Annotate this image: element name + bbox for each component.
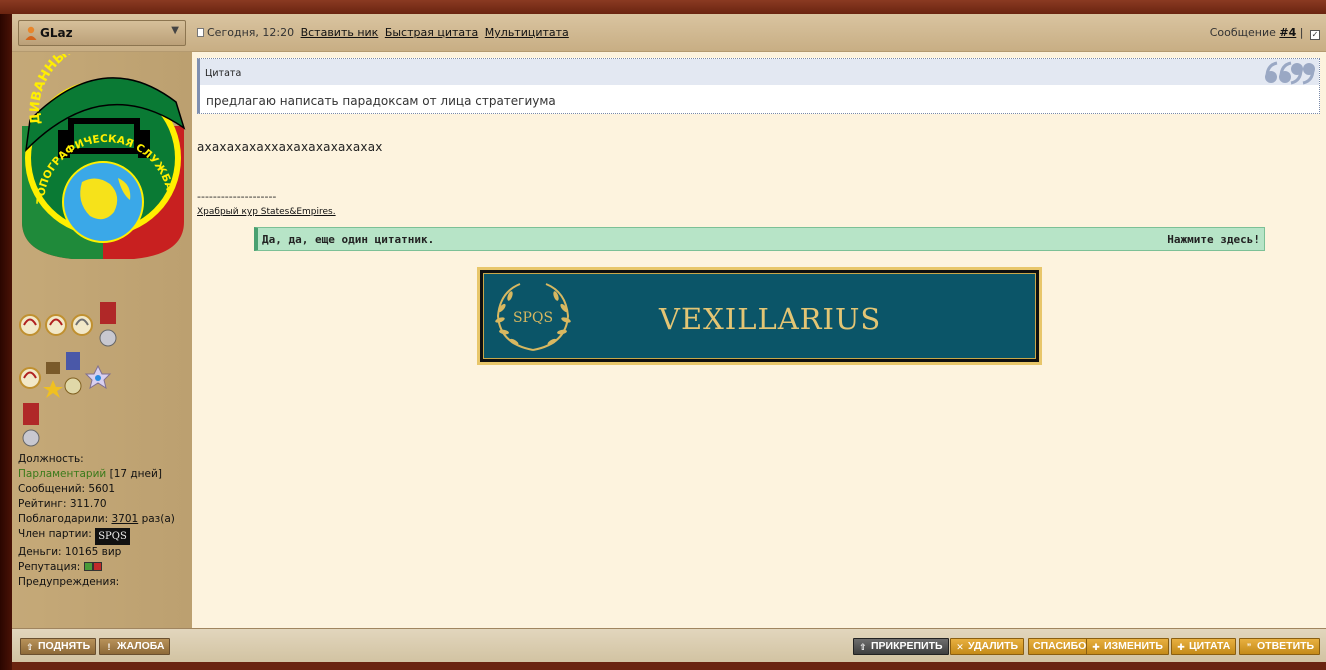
banner-panel: SPQS VEXILLARIUS xyxy=(483,273,1036,359)
star-order-icon[interactable] xyxy=(84,364,112,390)
warnings-label: Предупреждения: xyxy=(18,576,120,588)
complain-button[interactable]: ! ЖАЛОБА xyxy=(99,638,171,655)
wreath-text: SPQS xyxy=(513,310,553,326)
message-count: Сообщений: 5601 xyxy=(18,483,116,495)
signature-banner: SPQS VEXILLARIUS xyxy=(477,267,1042,365)
post-body-text: ахахахахаххахахахахахахах xyxy=(197,140,383,154)
spoiler-label: Да, да, еще один цитатник. xyxy=(262,233,435,246)
close-icon: ✕ xyxy=(956,642,964,652)
window-left-edge xyxy=(0,14,12,670)
laurel-wreath-icon: SPQS xyxy=(495,283,571,351)
edit-button[interactable]: ✚ ИЗМЕНИТЬ xyxy=(1086,638,1169,655)
signature-separator: -------------------- xyxy=(197,190,277,203)
message-label: Сообщение xyxy=(1209,26,1276,39)
rating: Рейтинг: 311.70 xyxy=(18,498,107,510)
banner-frame: SPQS VEXILLARIUS xyxy=(480,270,1039,362)
edit-label: ИЗМЕНИТЬ xyxy=(1104,640,1163,652)
laurel-award-icon[interactable] xyxy=(45,314,67,336)
thanked-count-link[interactable]: 3701 xyxy=(111,513,138,525)
quote-icon: ” xyxy=(1246,642,1252,652)
order-medal-icon[interactable] xyxy=(64,352,82,395)
reputation-minus-icon[interactable] xyxy=(83,562,93,571)
thanks-button[interactable]: СПАСИБО xyxy=(1028,638,1093,655)
complain-label: ЖАЛОБА xyxy=(117,640,165,652)
position-value: Парламентарий xyxy=(18,468,107,480)
multiquote-link[interactable]: Мультицитата xyxy=(485,26,569,39)
post-header: GLaz ▼ Сегодня, 12:20 Вставить ник Быстр… xyxy=(12,14,1326,52)
arrow-up-icon: ⇧ xyxy=(26,642,34,652)
user-stats: Должность: Парламентарий [17 дней] Сообщ… xyxy=(18,452,175,590)
user-icon xyxy=(25,26,37,40)
exclamation-icon: ! xyxy=(107,642,111,652)
thanked-label: Поблагодарили: xyxy=(18,513,109,525)
reply-label: ОТВЕТИТЬ xyxy=(1257,640,1315,652)
star-medal-icon[interactable] xyxy=(43,362,63,398)
separator: | xyxy=(1299,26,1304,39)
user-sidebar: ДИВАННЫЕ ВОЙСКА ТОПОГРАФИЧЕСКАЯ СЛУЖБА xyxy=(12,52,192,628)
message-permalink[interactable]: #4 xyxy=(1279,26,1296,39)
spoiler-action[interactable]: Нажмите здесь! xyxy=(1167,233,1260,246)
quote-text: предлагаю написать парадоксам от лица ст… xyxy=(206,94,556,108)
quote-label: ЦИТАТА xyxy=(1189,640,1231,652)
window-bottom-strip xyxy=(12,662,1326,670)
quote-header: Цитата xyxy=(200,59,1319,85)
order-medal-icon[interactable] xyxy=(99,302,117,347)
banner-title: VEXILLARIUS xyxy=(659,302,882,336)
message-number: Сообщение #4 | ✓ xyxy=(1210,26,1320,40)
thanks-label: СПАСИБО xyxy=(1033,640,1087,652)
awards-panel xyxy=(19,302,117,447)
post-date: Сегодня, 12:20 xyxy=(207,26,295,39)
forum-post: GLaz ▼ Сегодня, 12:20 Вставить ник Быстр… xyxy=(12,14,1326,662)
chevron-down-icon: ▼ xyxy=(171,25,179,36)
position-days: [17 дней] xyxy=(109,468,162,480)
delete-label: УДАЛИТЬ xyxy=(968,640,1019,652)
insert-nick-link[interactable]: Вставить ник xyxy=(301,26,379,39)
select-post-checkbox[interactable]: ✓ xyxy=(1310,30,1320,40)
delete-button[interactable]: ✕ УДАЛИТЬ xyxy=(950,638,1025,655)
quote-block: Цитата предлагаю написать парадоксам от … xyxy=(197,58,1320,114)
plus-icon: ✚ xyxy=(1177,642,1185,652)
money: Деньги: 10165 вир xyxy=(18,546,122,558)
thanked-suffix: раз(а) xyxy=(141,513,175,525)
username: GLaz xyxy=(40,26,73,40)
signature-link[interactable]: Храбрый кур States&Empires. xyxy=(197,207,336,217)
user-dropdown[interactable]: GLaz ▼ xyxy=(18,20,186,46)
arrow-up-icon: ⇧ xyxy=(859,642,867,652)
post-meta: Сегодня, 12:20 Вставить ник Быстрая цита… xyxy=(197,26,569,39)
document-icon xyxy=(197,28,204,37)
party-label: Член партии: xyxy=(18,528,92,540)
raise-label: ПОДНЯТЬ xyxy=(38,640,91,652)
raise-button[interactable]: ⇧ ПОДНЯТЬ xyxy=(20,638,97,655)
spoiler-toggle[interactable]: Да, да, еще один цитатник. Нажмите здесь… xyxy=(254,227,1265,251)
reply-button[interactable]: ” ОТВЕТИТЬ xyxy=(1239,638,1321,655)
quote-button[interactable]: ✚ ЦИТАТА xyxy=(1171,638,1237,655)
position-label: Должность: xyxy=(18,453,84,465)
pin-label: ПРИКРЕПИТЬ xyxy=(871,640,943,652)
laurel-award-icon[interactable] xyxy=(19,367,41,389)
reputation-plus-icon[interactable] xyxy=(92,562,102,571)
plus-icon: ✚ xyxy=(1092,642,1100,652)
order-medal-icon[interactable] xyxy=(22,403,40,447)
pin-button[interactable]: ⇧ ПРИКРЕПИТЬ xyxy=(853,638,949,655)
avatar: ДИВАННЫЕ ВОЙСКА ТОПОГРАФИЧЕСКАЯ СЛУЖБА xyxy=(22,54,186,259)
laurel-award-icon[interactable] xyxy=(19,314,41,336)
quote-title: Цитата xyxy=(205,68,242,79)
party-badge[interactable]: SPQS xyxy=(95,528,130,545)
quick-quote-link[interactable]: Быстрая цитата xyxy=(385,26,478,39)
reputation-label: Репутация: xyxy=(18,561,81,573)
window-top-strip xyxy=(0,0,1326,14)
quote-marks-icon xyxy=(1265,61,1315,85)
laurel-award-icon[interactable] xyxy=(71,314,93,336)
post-content: Цитата предлагаю написать парадоксам от … xyxy=(192,52,1326,628)
post-footer: ⇧ ПОДНЯТЬ ! ЖАЛОБА ⇧ ПРИКРЕПИТЬ ✕ УДАЛИТЬ СП… xyxy=(12,628,1326,662)
